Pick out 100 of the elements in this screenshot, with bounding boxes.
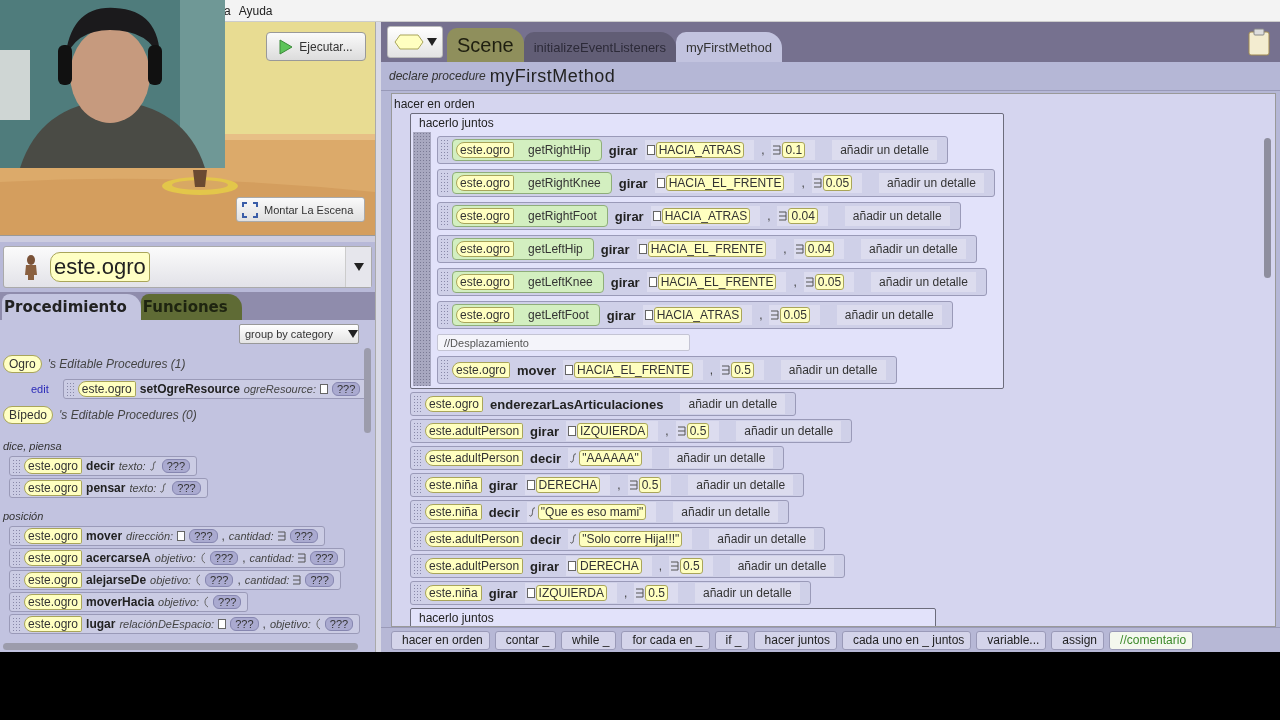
getter-expression[interactable]: este.ogro getLeftFoot (452, 304, 600, 326)
control-tile[interactable]: hacer juntos (753, 630, 837, 650)
procedure-tile[interactable]: este.ogro acercarseA objetivo: ??? , cantidad: ??? (9, 548, 346, 568)
procedure-tile[interactable]: este.ogro lugar relaciónDeEspacio: ??? , objetivo: ??? (9, 614, 361, 634)
argument-field[interactable]: 0.5 (634, 583, 678, 603)
argument-field[interactable]: DERECHA (524, 475, 611, 495)
menu-item[interactable]: a (224, 3, 231, 18)
comment-block[interactable]: //Desplazamiento (437, 334, 690, 351)
add-detail-dropdown[interactable]: añadir un detalle (832, 140, 937, 160)
argument-field[interactable]: HACIA_EL_FRENTE (646, 272, 787, 292)
argument-field[interactable]: 0.05 (811, 173, 863, 193)
do-together-block[interactable]: hacerlo juntos (410, 608, 936, 626)
run-button[interactable]: Ejecutar... (266, 32, 366, 61)
object-pill[interactable]: este.ogro (452, 362, 511, 378)
control-tile[interactable]: cada uno en _ juntos (841, 630, 972, 650)
statement-block[interactable]: este.ogro enderezarLasArticulaciones añadir un detalle (410, 392, 797, 416)
statement-block[interactable]: este.ogro getRightKnee girar HACIA_EL_FRENTE , 0.05 añadir un detalle (437, 169, 995, 197)
add-detail-dropdown[interactable]: añadir un detalle (836, 305, 942, 325)
control-tile[interactable]: if _ (714, 630, 749, 650)
statement-block[interactable]: este.ogro getRightHip girar HACIA_ATRAS , 0.1 añadir un detalle (437, 136, 948, 164)
add-detail-dropdown[interactable]: añadir un detalle (673, 502, 779, 522)
argument-field[interactable]: "AAAAAA" (568, 448, 652, 468)
argument-field[interactable]: HACIA_EL_FRENTE (563, 360, 703, 380)
argument-field[interactable]: HACIA_ATRAS (650, 206, 761, 226)
do-together-block[interactable] (410, 113, 1004, 389)
add-detail-dropdown[interactable]: añadir un detalle (879, 173, 984, 193)
control-tile[interactable]: contar _ (494, 630, 557, 650)
argument-field[interactable]: HACIA_ATRAS (642, 305, 753, 325)
statement-block[interactable]: este.adultPerson girar IZQUIERDA , 0.5 añadir un detalle (410, 419, 853, 443)
getter-expression[interactable]: este.ogro getLeftKnee (452, 271, 604, 293)
add-detail-dropdown[interactable]: añadir un detalle (695, 583, 800, 603)
scrollbar[interactable] (364, 348, 371, 433)
getter-expression[interactable]: este.ogro getRightHip (452, 139, 602, 161)
object-pill[interactable]: este.niña (425, 585, 482, 601)
procedure-tile[interactable]: este.ogro alejarseDe objetivo: ??? , cantidad: ??? (9, 570, 341, 590)
argument-field[interactable]: IZQUIERDA (524, 583, 617, 603)
group-dropdown[interactable]: group by category (239, 324, 359, 344)
add-detail-dropdown[interactable]: añadir un detalle (871, 272, 976, 292)
control-tile[interactable]: //comentario (1109, 630, 1194, 650)
add-detail-dropdown[interactable]: añadir un detalle (736, 421, 842, 441)
scrollbar[interactable] (3, 643, 358, 650)
add-detail-dropdown[interactable]: añadir un detalle (668, 448, 774, 468)
argument-field[interactable]: IZQUIERDA (565, 421, 659, 441)
statement-block[interactable]: este.ogro getLeftHip girar HACIA_EL_FRENTE , 0.04 añadir un detalle (437, 235, 977, 263)
menu-item[interactable]: Ayuda (238, 3, 273, 18)
argument-field[interactable]: HACIA_ATRAS (644, 140, 755, 160)
statement-block[interactable]: este.ogro mover HACIA_EL_FRENTE , 0.5 añadir un detalle (437, 356, 897, 384)
control-tile[interactable]: while _ (561, 630, 617, 650)
procedure-tile[interactable]: este.ogro mover dirección: ??? , cantidad: ??? (9, 526, 325, 546)
drag-handle[interactable] (413, 132, 431, 386)
argument-field[interactable]: "Que es eso mami" (526, 502, 657, 522)
getter-expression[interactable]: este.ogro getLeftHip (452, 238, 594, 260)
argument-field[interactable]: 0.05 (769, 305, 820, 325)
type-dropdown[interactable] (387, 26, 443, 58)
editor-tab[interactable]: Scene (447, 28, 524, 62)
edit-link[interactable]: edit (31, 383, 49, 395)
argument-field[interactable]: 0.5 (669, 556, 713, 576)
statement-block[interactable]: este.ogro getLeftKnee girar HACIA_EL_FRENTE , 0.05 añadir un detalle (437, 268, 987, 296)
add-detail-dropdown[interactable]: añadir un detalle (688, 475, 794, 495)
object-pill[interactable]: este.adultPerson (425, 558, 524, 574)
getter-expression[interactable]: este.ogro getRightFoot (452, 205, 608, 227)
argument-field[interactable]: "Solo corre Hija!!!" (568, 529, 693, 549)
argument-field[interactable]: 0.04 (777, 206, 828, 226)
object-selector[interactable]: este.ogro (3, 246, 372, 288)
object-pill[interactable]: este.adultPerson (425, 423, 524, 439)
statement-block[interactable]: este.niña girar IZQUIERDA , 0.5 añadir un detalle (410, 581, 811, 605)
argument-field[interactable]: HACIA_EL_FRENTE (654, 173, 795, 193)
dropdown-button[interactable] (345, 247, 371, 287)
setup-scene-button[interactable]: Montar La Escena (236, 197, 365, 222)
procedure-tile[interactable]: este.ogro moverHacia objetivo: ??? (9, 592, 249, 612)
statement-block[interactable]: este.niña decir "Que es eso mami" añadir un detalle (410, 500, 790, 524)
argument-field[interactable]: 0.5 (627, 475, 672, 495)
statement-block[interactable]: este.ogro getLeftFoot girar HACIA_ATRAS , 0.05 añadir un detalle (437, 301, 953, 329)
argument-field[interactable]: 0.04 (793, 239, 845, 259)
add-detail-dropdown[interactable]: añadir un detalle (709, 529, 815, 549)
argument-field[interactable]: 0.5 (720, 360, 764, 380)
object-pill[interactable]: este.adultPerson (425, 531, 524, 547)
control-tile[interactable]: for cada en _ (621, 630, 710, 650)
statement-block[interactable]: este.ogro getRightFoot girar HACIA_ATRAS , 0.04 añadir un detalle (437, 202, 961, 230)
object-pill[interactable]: este.niña (425, 477, 482, 493)
argument-field[interactable]: HACIA_EL_FRENTE (636, 239, 777, 259)
object-pill[interactable]: este.niña (425, 504, 482, 520)
statement-block[interactable]: este.adultPerson decir "AAAAAA" añadir un detalle (410, 446, 785, 470)
object-pill[interactable]: este.adultPerson (425, 450, 524, 466)
palette-tab[interactable]: Procedimiento (2, 294, 141, 320)
splitter-handle[interactable] (0, 235, 375, 242)
argument-field[interactable]: 0.5 (675, 421, 720, 441)
statement-block[interactable]: este.adultPerson girar DERECHA , 0.5 añadir un detalle (410, 554, 846, 578)
add-detail-dropdown[interactable]: añadir un detalle (729, 556, 835, 576)
getter-expression[interactable]: este.ogro getRightKnee (452, 172, 612, 194)
editor-tab[interactable]: myFirstMethod (675, 32, 782, 62)
procedure-tile[interactable]: este.ogro decir texto: ??? (9, 456, 197, 476)
add-detail-dropdown[interactable]: añadir un detalle (780, 360, 886, 380)
clipboard-icon[interactable] (1248, 28, 1270, 59)
procedure-tile[interactable]: este.ogro pensar texto: ??? (9, 478, 208, 498)
argument-field[interactable]: DERECHA (565, 556, 652, 576)
object-pill[interactable]: este.ogro (425, 396, 484, 412)
argument-field[interactable]: 0.1 (771, 140, 816, 160)
control-tile[interactable]: assign (1051, 630, 1105, 650)
argument-field[interactable]: 0.05 (803, 272, 855, 292)
